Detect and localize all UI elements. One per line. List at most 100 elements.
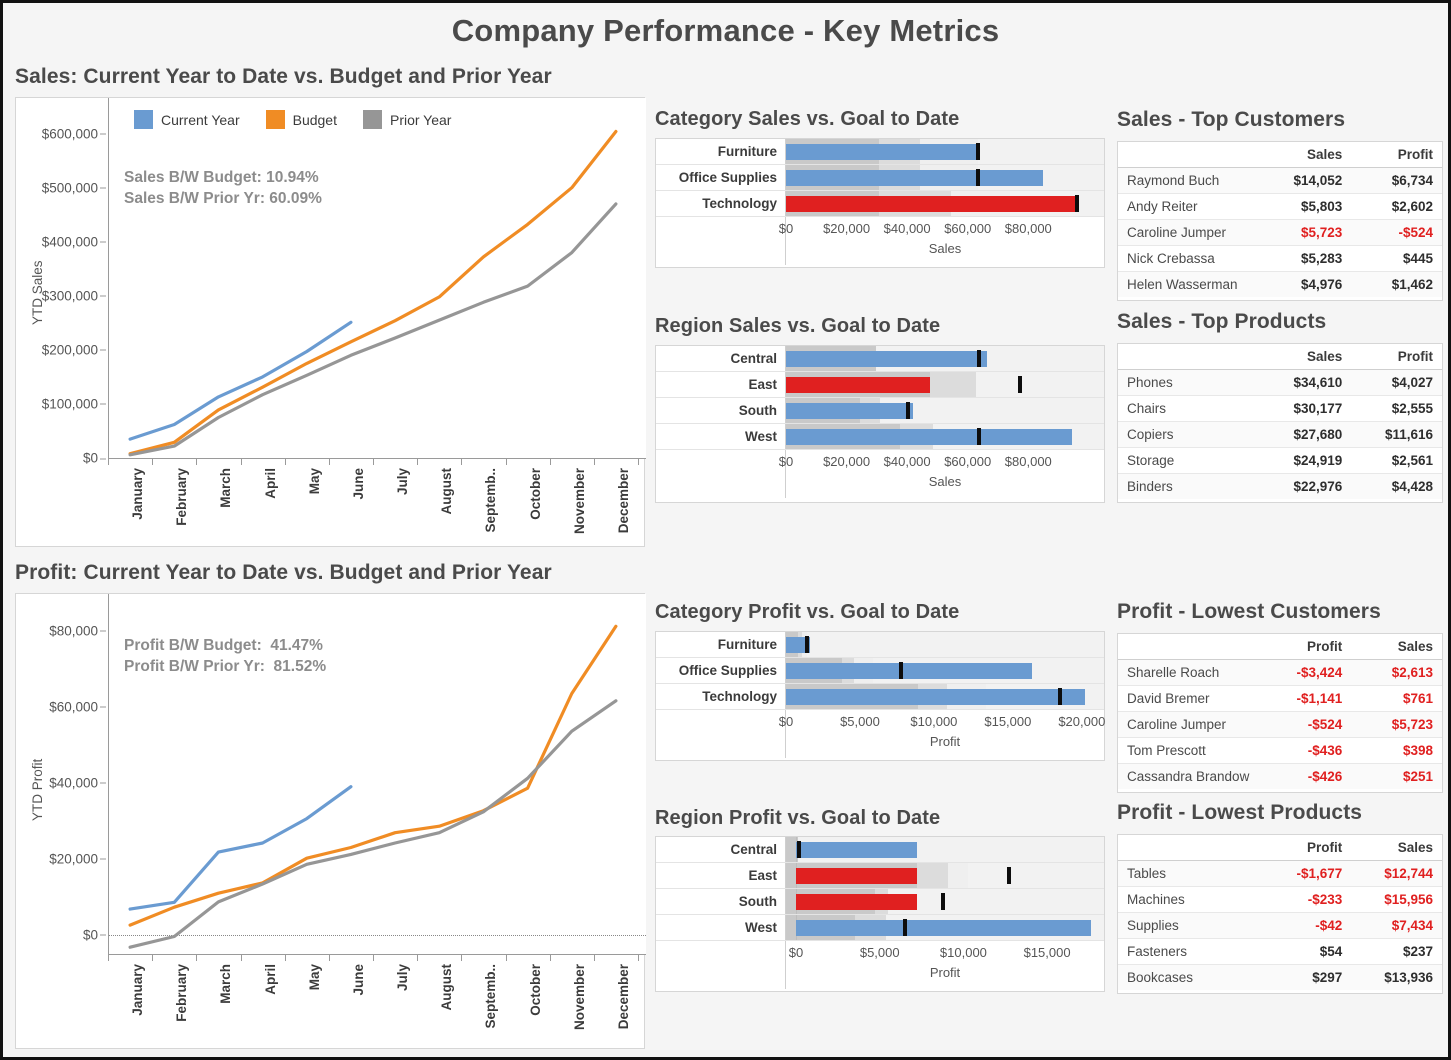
table-column-header[interactable]: Sales [1260,344,1352,370]
bullet-row[interactable]: Technology [656,191,1104,217]
bullet-row[interactable]: Office Supplies [656,658,1104,684]
x-axis-line [108,954,646,955]
bullet-target-marker [1074,195,1079,212]
table-column-header[interactable] [1118,835,1261,861]
bullet-axis-title: Profit [929,965,961,980]
table-column-header[interactable] [1118,344,1261,370]
table-row[interactable]: Supplies -$42 $7,434 [1118,912,1442,939]
x-axis-tick-label: August [439,964,455,1011]
table-cell-name: Caroline Jumper [1118,219,1261,246]
bullet-row[interactable]: East [656,372,1104,398]
table-row[interactable]: Raymond Buch $14,052 $6,734 [1118,167,1442,194]
table-cell-value: $11,616 [1351,421,1442,448]
bullet-target-marker [1018,376,1023,393]
table-row[interactable]: Chairs $30,177 $2,555 [1118,395,1442,422]
bullet-axis-spacer [656,941,786,989]
table-row[interactable]: Andy Reiter $5,803 $2,602 [1118,193,1442,220]
table-column-header[interactable]: Profit [1260,634,1352,660]
bullet-axis-tick-label: $15,000 [984,714,1032,729]
bullet-axis-tick-label: $60,000 [944,454,992,469]
x-axis-tick-mark [593,954,595,961]
table-cell-name: Sharelle Roach [1118,659,1261,686]
table-row[interactable]: Sharelle Roach -$3,424 $2,613 [1118,659,1442,686]
table-row[interactable]: Phones $34,610 $4,027 [1118,369,1442,396]
legend-item[interactable]: Budget [265,110,337,129]
table-column-header[interactable] [1118,634,1261,660]
x-axis-tick-label: May [306,964,322,991]
table-row[interactable]: Machines -$233 $15,956 [1118,886,1442,913]
bullet-axis-tick-label: $0 [778,714,794,729]
table-row[interactable]: Binders $22,976 $4,428 [1118,473,1442,499]
table-row[interactable]: Fasteners $54 $237 [1118,938,1442,965]
table-row[interactable]: Copiers $27,680 $11,616 [1118,421,1442,448]
bullet-target-marker [975,143,980,160]
table-cell-value: $14,052 [1260,167,1352,194]
bullet-row[interactable]: South [656,398,1104,424]
table-cell-value: $27,680 [1260,421,1352,448]
table-cell-value: $13,936 [1351,964,1442,990]
bullet-row[interactable]: Central [656,346,1104,372]
x-axis-tick-mark [638,458,639,465]
x-axis-tick-mark [417,954,419,961]
bullet-axis-tick-label: $20,000 [823,221,871,236]
x-axis-tick-mark [549,954,551,961]
y-axis-tick-label: $20,000 [16,851,106,866]
table-cell-value: $12,744 [1351,860,1442,887]
table-column-header[interactable]: Sales [1260,142,1352,168]
y-axis-tick-label: $600,000 [16,126,106,141]
table-cell-name: Tables [1118,860,1261,887]
bullet-row[interactable]: West [656,915,1104,941]
table-column-header[interactable] [1118,142,1261,168]
bullet-row[interactable]: Technology [656,684,1104,710]
table-header-row: Profit Sales [1118,835,1442,861]
table-header-row: Sales Profit [1118,142,1442,168]
bullet-target-marker [975,169,980,186]
legend-item[interactable]: Current Year [134,110,240,129]
bullet-row-label: Furniture [656,632,786,657]
table-column-header[interactable]: Profit [1351,142,1442,168]
bullet-axis-tick-label: $10,000 [939,945,987,960]
top-customers-table-card: Sales Profit Raymond Buch $14,052 $6,734 Andy… [1117,141,1443,301]
table-cell-name: Machines [1118,886,1261,913]
table-row[interactable]: Cassandra Brandow -$426 $251 [1118,763,1442,789]
y-axis-tick-label: $300,000 [16,288,106,303]
bullet-row[interactable]: West [656,424,1104,450]
table-column-header[interactable]: Profit [1260,835,1352,861]
table-row[interactable]: David Bremer -$1,141 $761 [1118,685,1442,712]
bullet-track [786,139,1104,164]
x-axis-tick-label: May [306,468,322,495]
table-column-header[interactable]: Sales [1351,835,1442,861]
bullet-row[interactable]: South [656,889,1104,915]
table-column-header[interactable]: Sales [1351,634,1442,660]
table-row[interactable]: Bookcases $297 $13,936 [1118,964,1442,990]
x-axis-tick-mark [549,458,551,465]
x-axis-tick-mark [108,458,109,465]
table-row[interactable]: Nick Crebassa $5,283 $445 [1118,245,1442,272]
table-cell-value: -$524 [1351,219,1442,246]
x-axis-tick-mark [240,954,242,961]
bullet-row[interactable]: Furniture [656,139,1104,165]
bullet-track [786,863,1104,888]
bullet-row[interactable]: Central [656,837,1104,863]
table-row[interactable]: Tom Prescott -$436 $398 [1118,737,1442,764]
bullet-row[interactable]: Furniture [656,632,1104,658]
bullet-target-marker [906,402,911,419]
bullet-row[interactable]: East [656,863,1104,889]
legend-item[interactable]: Prior Year [362,110,451,129]
y-axis-tick-label: $200,000 [16,342,106,357]
table-row[interactable]: Caroline Jumper $5,723 -$524 [1118,219,1442,246]
table-row[interactable]: Helen Wasserman $4,976 $1,462 [1118,271,1442,297]
lowest-customers-title: Profit - Lowest Customers [1117,600,1381,623]
table-row[interactable]: Storage $24,919 $2,561 [1118,447,1442,474]
table-cell-name: Storage [1118,447,1261,474]
bullet-measure-bar [796,893,917,910]
table-row[interactable]: Caroline Jumper -$524 $5,723 [1118,711,1442,738]
table-cell-name: Fasteners [1118,938,1261,965]
y-axis-tick-label: $40,000 [16,775,106,790]
bullet-row[interactable]: Office Supplies [656,165,1104,191]
table-row[interactable]: Tables -$1,677 $12,744 [1118,860,1442,887]
data-table: Profit Sales Sharelle Roach -$3,424 $2,613 Da… [1118,634,1442,789]
table-column-header[interactable]: Profit [1351,344,1442,370]
table-cell-name: Caroline Jumper [1118,711,1261,738]
bullet-axis-tick-label: $40,000 [883,454,931,469]
